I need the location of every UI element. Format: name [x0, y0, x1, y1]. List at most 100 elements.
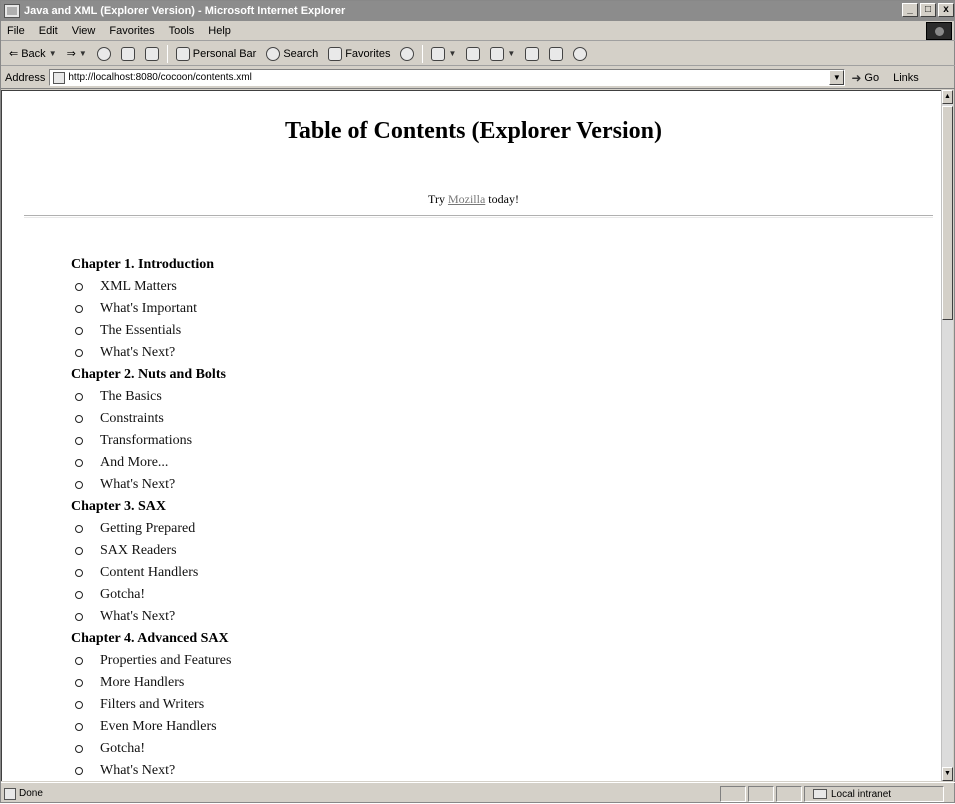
circle-bullet-icon: [75, 569, 83, 577]
chevron-down-icon: ▼: [448, 49, 457, 58]
back-label: Back: [21, 47, 46, 60]
maximize-button[interactable]: □: [920, 3, 936, 17]
address-dropdown-button[interactable]: ▼: [829, 70, 845, 85]
list-item[interactable]: Properties and Features: [71, 650, 671, 672]
section-title: Constraints: [100, 411, 164, 426]
section-title: Gotcha!: [100, 741, 146, 756]
section-title: And More...: [100, 455, 169, 470]
discuss-button[interactable]: [520, 46, 544, 61]
section-title: Even More Handlers: [100, 719, 217, 734]
stop-icon: [96, 46, 111, 61]
security-zone-pane: Local intranet: [804, 786, 944, 802]
forward-button[interactable]: ⇒ ▼: [62, 47, 92, 60]
history-button[interactable]: [395, 46, 419, 61]
circle-bullet-icon: [75, 701, 83, 709]
chevron-down-icon: ▼: [78, 49, 87, 58]
circle-bullet-icon: [75, 283, 83, 291]
list-item[interactable]: SAX Readers: [71, 540, 671, 562]
scroll-up-button[interactable]: ▲: [942, 90, 953, 104]
page-content: Table of Contents (Explorer Version) Try…: [1, 90, 944, 781]
ie-page-icon: [4, 787, 16, 800]
circle-bullet-icon: [75, 679, 83, 687]
ie-page-icon: [4, 4, 20, 18]
horizontal-rule: [24, 215, 933, 218]
circle-bullet-icon: [75, 393, 83, 401]
chevron-down-icon: ▼: [48, 49, 57, 58]
scroll-down-button[interactable]: ▼: [942, 767, 953, 781]
go-button[interactable]: ➜ Go: [851, 71, 879, 85]
address-url[interactable]: http://localhost:8080/cocoon/contents.xm…: [68, 72, 251, 83]
circle-bullet-icon: [75, 547, 83, 555]
list-item[interactable]: Even More Handlers: [71, 716, 671, 738]
menu-edit[interactable]: Edit: [33, 25, 66, 37]
menu-tools[interactable]: Tools: [163, 25, 203, 37]
circle-bullet-icon: [75, 723, 83, 731]
list-item[interactable]: XML Matters: [71, 276, 671, 298]
vertical-scrollbar[interactable]: ▲ ▼: [941, 90, 953, 781]
menu-favorites[interactable]: Favorites: [103, 25, 162, 37]
zone-label: Local intranet: [831, 788, 892, 800]
promo-text: Try Mozilla today!: [2, 192, 944, 207]
refresh-icon: [120, 46, 135, 61]
page-title: Table of Contents (Explorer Version): [285, 118, 662, 144]
home-icon: [144, 46, 159, 61]
edit-button[interactable]: ▼: [485, 46, 520, 61]
list-item[interactable]: What's Next?: [71, 606, 671, 628]
section-title: Gotcha!: [100, 587, 146, 602]
list-item[interactable]: Transformations: [71, 430, 671, 452]
print-button[interactable]: [461, 46, 485, 61]
list-item[interactable]: What's Next?: [71, 474, 671, 496]
list-item[interactable]: The Basics: [71, 386, 671, 408]
personal-bar-icon: [175, 46, 190, 61]
menu-file[interactable]: File: [1, 25, 33, 37]
promo-before: Try: [428, 192, 448, 206]
list-item[interactable]: More Handlers: [71, 672, 671, 694]
stop-button[interactable]: [92, 46, 116, 61]
personal-bar-label: Personal Bar: [192, 47, 257, 60]
search-button[interactable]: Search: [261, 46, 323, 61]
home-button[interactable]: [140, 46, 164, 61]
circle-bullet-icon: [75, 767, 83, 775]
mail-icon: [431, 46, 446, 61]
back-arrow-icon: ⇐: [9, 48, 19, 60]
chapter-heading: Chapter 3. SAX: [71, 499, 167, 514]
status-panes: Local intranet: [720, 786, 944, 802]
discuss-icon: [525, 46, 540, 61]
list-item[interactable]: Content Handlers: [71, 562, 671, 584]
circle-bullet-icon: [75, 481, 83, 489]
toolbar-separator: [166, 44, 168, 63]
promo-after: today!: [485, 192, 519, 206]
section-title: What's Next?: [100, 609, 176, 624]
mail-button[interactable]: ▼: [426, 46, 461, 61]
list-item[interactable]: The Essentials: [71, 320, 671, 342]
list-item[interactable]: Filters and Writers: [71, 694, 671, 716]
search-label: Search: [283, 47, 319, 60]
menu-view[interactable]: View: [66, 25, 104, 37]
list-item[interactable]: What's Next?: [71, 760, 671, 781]
refresh-button[interactable]: [116, 46, 140, 61]
list-item[interactable]: Getting Prepared: [71, 518, 671, 540]
section-title: Transformations: [100, 433, 193, 448]
list-item[interactable]: Constraints: [71, 408, 671, 430]
scroll-thumb[interactable]: [942, 106, 953, 320]
circle-bullet-icon: [75, 745, 83, 753]
mozilla-link[interactable]: Mozilla: [448, 192, 485, 206]
research-button[interactable]: [544, 46, 568, 61]
address-input[interactable]: http://localhost:8080/cocoon/contents.xm…: [49, 69, 846, 86]
links-button[interactable]: Links: [893, 72, 919, 84]
list-item[interactable]: What's Important: [71, 298, 671, 320]
list-item[interactable]: Gotcha!: [71, 584, 671, 606]
back-button[interactable]: ⇐ Back ▼: [4, 47, 62, 61]
list-item[interactable]: Gotcha!: [71, 738, 671, 760]
minimize-button[interactable]: _: [902, 3, 918, 17]
menu-help[interactable]: Help: [202, 25, 239, 37]
list-item[interactable]: What's Next?: [71, 342, 671, 364]
list-item[interactable]: And More...: [71, 452, 671, 474]
close-button[interactable]: x: [938, 3, 954, 17]
favorites-button[interactable]: Favorites: [323, 46, 395, 61]
table-of-contents: Chapter 1. Introduction XML Matters What…: [71, 254, 671, 781]
history-icon: [400, 46, 415, 61]
personal-bar-button[interactable]: Personal Bar: [171, 46, 262, 61]
messenger-button[interactable]: [568, 46, 592, 61]
circle-bullet-icon: [75, 657, 83, 665]
